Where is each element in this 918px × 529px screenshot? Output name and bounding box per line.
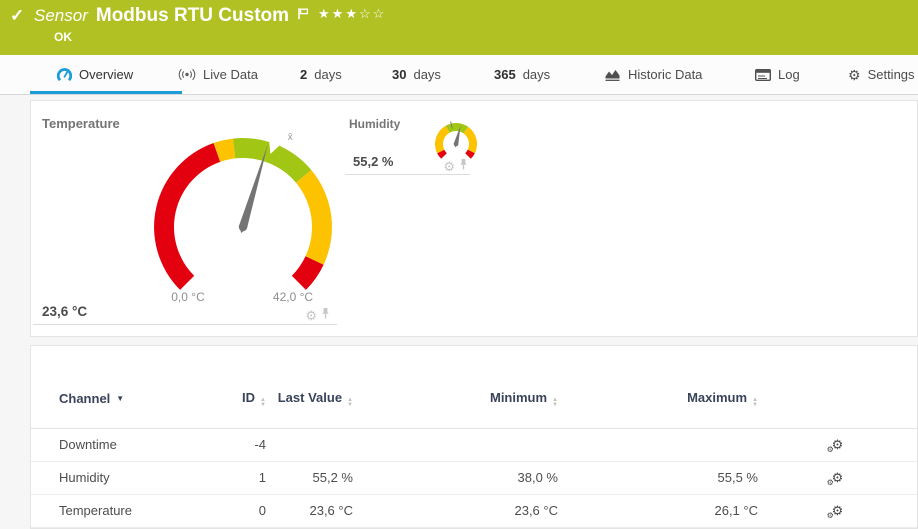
- gauge-icon: [57, 67, 72, 82]
- gauge-max-label: 42,0 °C: [272, 290, 314, 304]
- tab-historic-data[interactable]: Historic Data: [604, 67, 702, 82]
- channel-minimum: 38,0 %: [353, 461, 558, 495]
- channel-id: 1: [206, 461, 266, 495]
- channels-table-card: Channel ▼ ID ▲ ▼ Last Value ▲ ▼ Minimum ▲ ▼ Max…: [30, 345, 918, 529]
- settings-icon: ⚙: [848, 66, 861, 83]
- tab-30-days[interactable]: 30 days: [392, 67, 441, 82]
- gauge-title: Temperature: [42, 116, 120, 131]
- channel-minimum: [353, 428, 558, 462]
- sort-icon: ▲ ▼: [260, 396, 266, 408]
- col-header-channel[interactable]: Channel ▼: [31, 346, 206, 429]
- table-row[interactable]: Temperature 0 23,6 °C 23,6 °C 26,1 °C ⚙ ⚙: [31, 494, 917, 528]
- tab-log[interactable]: Log: [755, 67, 800, 82]
- channel-maximum: 55,5 %: [558, 461, 758, 495]
- table-row[interactable]: Humidity 1 55,2 % 38,0 % 55,5 % ⚙ ⚙: [31, 461, 917, 495]
- col-header-minimum[interactable]: Minimum ▲ ▼: [353, 346, 558, 429]
- col-header-id[interactable]: ID ▲ ▼: [206, 346, 266, 429]
- tab-2-days[interactable]: 2 days: [300, 67, 342, 82]
- flag-icon[interactable]: [297, 7, 310, 20]
- channel-settings-gears-icon[interactable]: ⚙ ⚙: [827, 504, 844, 520]
- historic-icon: [604, 68, 621, 81]
- log-icon: [755, 68, 771, 81]
- tab-365-days[interactable]: 365 days: [494, 67, 550, 82]
- col-header-actions: [758, 346, 917, 429]
- gauge-panel-temperature: Temperature x̄ 0,0 °C 42,0 °C 23,6 °C ⚙: [33, 108, 337, 325]
- channel-maximum: [558, 428, 758, 462]
- gauge-settings-gear-icon[interactable]: ⚙: [443, 160, 455, 173]
- pin-icon[interactable]: [459, 157, 468, 175]
- col-header-last-value[interactable]: Last Value ▲ ▼: [266, 346, 353, 429]
- sort-icon: ▲ ▼: [752, 396, 758, 408]
- active-tab-indicator: [30, 91, 182, 94]
- gauge-current-value: 55,2 %: [353, 154, 394, 169]
- temperature-gauge: x̄: [138, 131, 348, 298]
- gauge-title: Humidity: [349, 117, 401, 131]
- channel-settings-gears-icon[interactable]: ⚙ ⚙: [827, 438, 844, 454]
- tab-bar: Overview Live Data 2 days 30 days 365 days Histo…: [0, 55, 918, 95]
- channel-name: Downtime: [31, 428, 206, 462]
- tab-live-data[interactable]: Live Data: [178, 67, 258, 82]
- channels-table: Channel ▼ ID ▲ ▼ Last Value ▲ ▼ Minimum ▲ ▼ Max…: [31, 346, 917, 528]
- sensor-title: Modbus RTU Custom: [95, 5, 290, 26]
- gauges-panel: Temperature x̄ 0,0 °C 42,0 °C 23,6 °C ⚙ …: [30, 100, 918, 337]
- gauge-settings-gear-icon[interactable]: ⚙: [305, 309, 317, 322]
- table-row[interactable]: Downtime -4 ⚙ ⚙: [31, 428, 917, 462]
- col-header-maximum[interactable]: Maximum ▲ ▼: [558, 346, 758, 429]
- sort-desc-icon: ▼: [116, 394, 125, 404]
- channel-last-value: [266, 428, 353, 462]
- tab-settings[interactable]: ⚙ Settings: [848, 67, 915, 82]
- channel-settings-gears-icon[interactable]: ⚙ ⚙: [827, 471, 844, 487]
- svg-text:x̄: x̄: [288, 132, 293, 143]
- channel-name: Temperature: [31, 494, 206, 528]
- priority-stars[interactable]: ★★★☆☆: [318, 6, 386, 22]
- gauge-panel-humidity: Humidity 55,2 % ⚙: [345, 113, 478, 175]
- sort-icon: ▲ ▼: [347, 396, 353, 408]
- gauge-current-value: 23,6 °C: [42, 304, 88, 319]
- pin-icon[interactable]: [321, 306, 330, 324]
- channel-name: Humidity: [31, 461, 206, 495]
- sensor-header: ✓ Sensor Modbus RTU Custom ★★★☆☆ OK: [0, 0, 918, 55]
- channel-last-value: 55,2 %: [266, 461, 353, 495]
- sensor-type-label: Sensor: [34, 6, 88, 25]
- channel-last-value: 23,6 °C: [266, 494, 353, 528]
- sort-icon: ▲ ▼: [552, 396, 558, 408]
- status-ok-check-icon: ✓: [10, 6, 25, 25]
- channel-id: -4: [206, 428, 266, 462]
- channel-id: 0: [206, 494, 266, 528]
- tab-overview[interactable]: Overview: [57, 67, 133, 82]
- gauge-min-label: 0,0 °C: [171, 290, 205, 304]
- live-icon: [178, 68, 196, 81]
- sensor-status-badge: OK: [54, 30, 72, 44]
- channel-minimum: 23,6 °C: [353, 494, 558, 528]
- channel-maximum: 26,1 °C: [558, 494, 758, 528]
